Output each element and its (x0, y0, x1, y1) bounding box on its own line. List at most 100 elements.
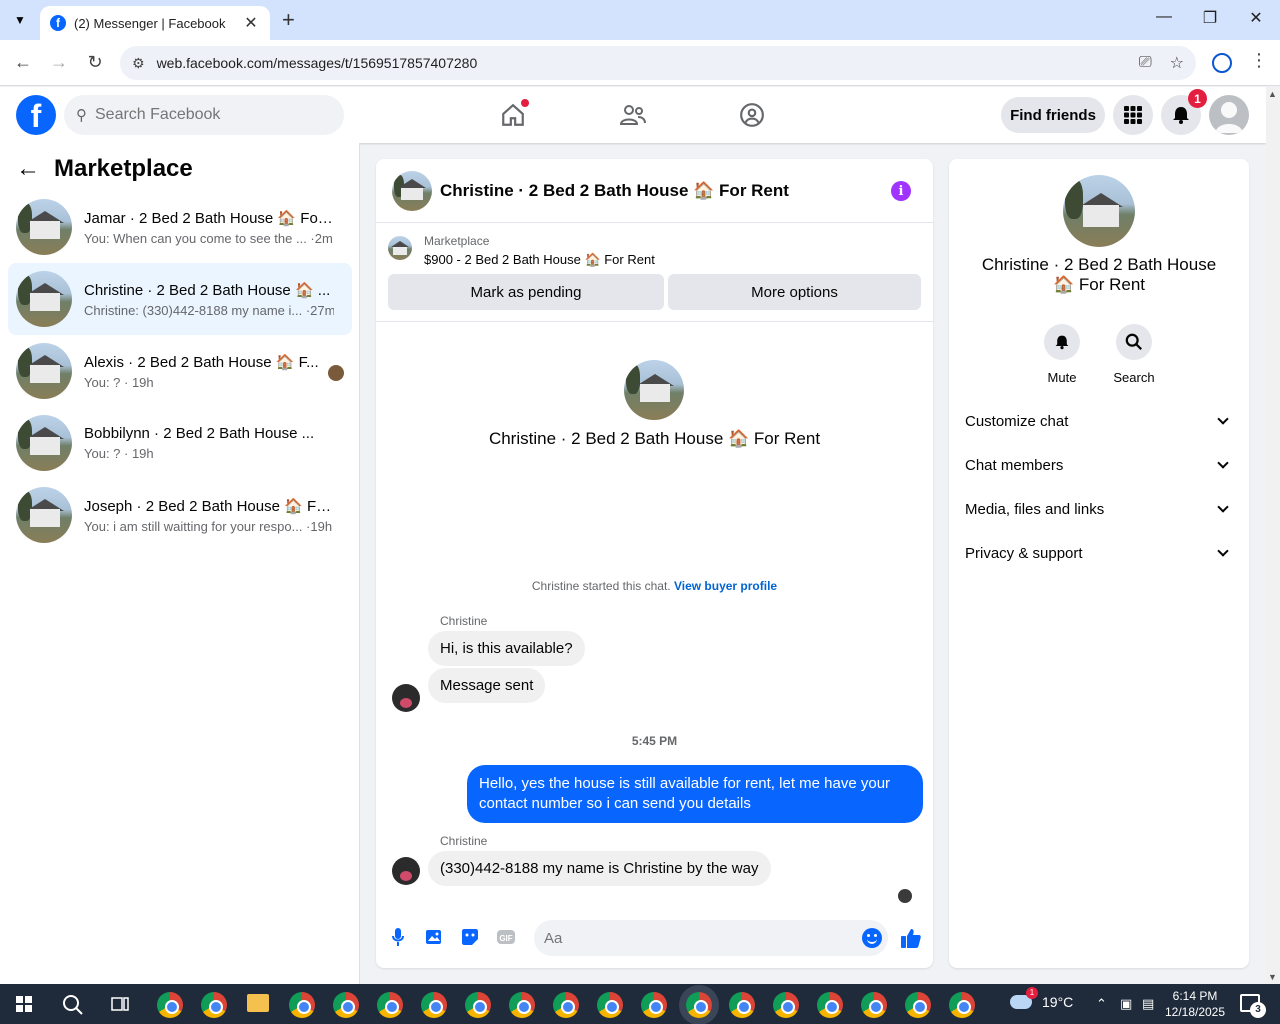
notification-center-icon[interactable]: 3 (1240, 994, 1266, 1018)
sender-avatar[interactable] (392, 684, 420, 712)
meet-now-icon[interactable]: ▣ (1120, 996, 1132, 1012)
back-icon[interactable]: ← (12, 52, 34, 73)
windows-start-icon[interactable] (16, 996, 32, 1012)
chrome-taskbar-icon[interactable] (157, 992, 183, 1018)
chrome-taskbar-icon[interactable] (729, 992, 755, 1018)
search-in-chat-icon[interactable] (1116, 324, 1152, 360)
chrome-taskbar-icon[interactable] (861, 992, 887, 1018)
url-text[interactable]: web.facebook.com/messages/t/156951785740… (157, 55, 1121, 71)
scroll-up-icon[interactable]: ▲ (1268, 89, 1277, 99)
conversation-item-joseph[interactable]: Joseph · 2 Bed 2 Bath House 🏠 Fo... You:… (8, 479, 352, 551)
thumbs-up-icon[interactable] (900, 927, 922, 949)
chevron-up-icon[interactable]: ⌃ (1096, 996, 1107, 1012)
sender-avatar[interactable] (392, 857, 420, 885)
back-arrow-icon[interactable]: ← (16, 155, 40, 183)
chrome-taskbar-icon[interactable] (641, 992, 667, 1018)
page-scrollbar[interactable]: ▲ ▼ (1266, 87, 1280, 984)
facebook-search-input[interactable] (95, 106, 315, 124)
message-input[interactable] (544, 929, 844, 947)
task-view-icon[interactable] (110, 994, 130, 1014)
taskbar-search-icon[interactable] (62, 994, 83, 1015)
conversation-info-icon[interactable]: i (891, 181, 911, 201)
chat-members-row[interactable]: Chat members (957, 443, 1241, 487)
tab-search-icon[interactable]: ▼ (8, 8, 32, 32)
message-input-box[interactable] (534, 920, 888, 956)
weather-widget[interactable]: 1 19°C (1010, 987, 1073, 1010)
chrome-taskbar-icon[interactable] (465, 992, 491, 1018)
notifications-button[interactable]: 1 (1161, 89, 1207, 135)
install-app-icon[interactable]: ⎚ (1139, 54, 1152, 72)
search-action[interactable]: Search (1104, 324, 1164, 385)
details-avatar[interactable] (1063, 175, 1135, 247)
conversation-preview: Christine: (330)442-8188 my name i... ·2… (84, 302, 334, 318)
listing-price-title[interactable]: $900 - 2 Bed 2 Bath House 🏠 For Rent (424, 252, 655, 268)
attach-photo-icon[interactable] (424, 927, 444, 947)
browser-profile-icon[interactable] (1212, 53, 1232, 73)
mark-as-pending-button[interactable]: Mark as pending (388, 274, 664, 310)
bookmark-star-icon[interactable]: ☆ (1170, 53, 1184, 73)
facebook-logo-icon[interactable]: f (16, 95, 56, 135)
omnibox[interactable]: ⚙ web.facebook.com/messages/t/1569517857… (120, 46, 1196, 80)
chrome-taskbar-icon[interactable] (377, 992, 403, 1018)
view-buyer-profile-link[interactable]: View buyer profile (674, 579, 777, 593)
close-tab-icon[interactable]: ✕ (242, 13, 260, 33)
chrome-taskbar-icon[interactable] (509, 992, 535, 1018)
conversation-item-jamar[interactable]: Jamar · 2 Bed 2 Bath House 🏠 For... You:… (8, 191, 352, 263)
scroll-down-icon[interactable]: ▼ (1268, 972, 1277, 982)
incoming-message[interactable]: (330)442-8188 my name is Christine by th… (428, 851, 771, 886)
browser-menu-icon[interactable]: ⋮ (1250, 50, 1268, 71)
conversation-item-alexis[interactable]: Alexis · 2 Bed 2 Bath House 🏠 F... You: … (8, 335, 352, 407)
chrome-taskbar-icon[interactable] (333, 992, 359, 1018)
microphone-icon[interactable] (388, 927, 408, 947)
facebook-header: f ⚲ Find friends 1 (0, 87, 1266, 143)
chrome-taskbar-icon[interactable] (949, 992, 975, 1018)
sticker-icon[interactable] (460, 927, 480, 947)
chrome-taskbar-icon[interactable] (817, 992, 843, 1018)
chat-started-text: Christine started this chat. (531, 579, 674, 593)
media-files-links-row[interactable]: Media, files and links (957, 487, 1241, 531)
browser-tab[interactable]: f (2) Messenger | Facebook ✕ (40, 6, 270, 40)
outgoing-message[interactable]: Hello, yes the house is still available … (467, 765, 923, 823)
chrome-taskbar-icon[interactable] (421, 992, 447, 1018)
forward-icon[interactable]: → (48, 52, 70, 73)
site-settings-icon[interactable]: ⚙ (132, 55, 145, 72)
file-explorer-icon[interactable] (247, 994, 269, 1012)
chat-title[interactable]: Christine · 2 Bed 2 Bath House 🏠 For Ren… (440, 181, 789, 201)
chrome-taskbar-icon[interactable] (201, 992, 227, 1018)
privacy-support-row[interactable]: Privacy & support (957, 531, 1241, 575)
emoji-icon[interactable] (862, 928, 882, 948)
home-nav-icon[interactable] (499, 99, 529, 129)
chrome-taskbar-icon[interactable] (773, 992, 799, 1018)
new-tab-icon[interactable]: + (282, 8, 295, 32)
chrome-taskbar-icon[interactable] (905, 992, 931, 1018)
chrome-taskbar-icon[interactable] (289, 992, 315, 1018)
conversation-item-christine[interactable]: Christine · 2 Bed 2 Bath House 🏠 ... Chr… (8, 263, 352, 335)
friends-nav-icon[interactable] (619, 101, 647, 129)
mute-action[interactable]: Mute (1032, 324, 1092, 385)
conversation-item-bobbilynn[interactable]: Bobbilynn · 2 Bed 2 Bath House ... You: … (8, 407, 352, 479)
chrome-taskbar-icon-active[interactable] (686, 992, 712, 1018)
find-friends-button[interactable]: Find friends (1001, 97, 1105, 133)
account-avatar[interactable] (1209, 95, 1249, 135)
chrome-taskbar-icon[interactable] (597, 992, 623, 1018)
chevron-down-icon (1217, 457, 1229, 469)
menu-button[interactable] (1113, 95, 1153, 135)
minimize-icon[interactable]: — (1152, 8, 1176, 26)
groups-nav-icon[interactable] (738, 101, 766, 129)
listing-small-thumbnail[interactable] (388, 236, 412, 260)
mute-bell-icon[interactable] (1044, 324, 1080, 360)
close-window-icon[interactable]: ✕ (1244, 8, 1268, 28)
chrome-taskbar-icon[interactable] (553, 992, 579, 1018)
taskbar-clock[interactable]: 6:14 PM 12/18/2025 (1160, 988, 1230, 1020)
facebook-search[interactable]: ⚲ (64, 95, 344, 135)
chat-header-avatar[interactable] (392, 170, 432, 211)
more-options-button[interactable]: More options (668, 274, 921, 310)
reload-icon[interactable]: ↻ (84, 52, 106, 73)
restore-icon[interactable]: ❐ (1198, 8, 1222, 28)
listing-thumbnail (16, 415, 72, 471)
customize-chat-row[interactable]: Customize chat (957, 399, 1241, 443)
incoming-message[interactable]: Hi, is this available? (428, 631, 585, 666)
gif-icon[interactable]: GIF (496, 927, 516, 947)
network-icon[interactable]: ▤ (1142, 996, 1154, 1012)
incoming-message[interactable]: Message sent (428, 668, 546, 703)
